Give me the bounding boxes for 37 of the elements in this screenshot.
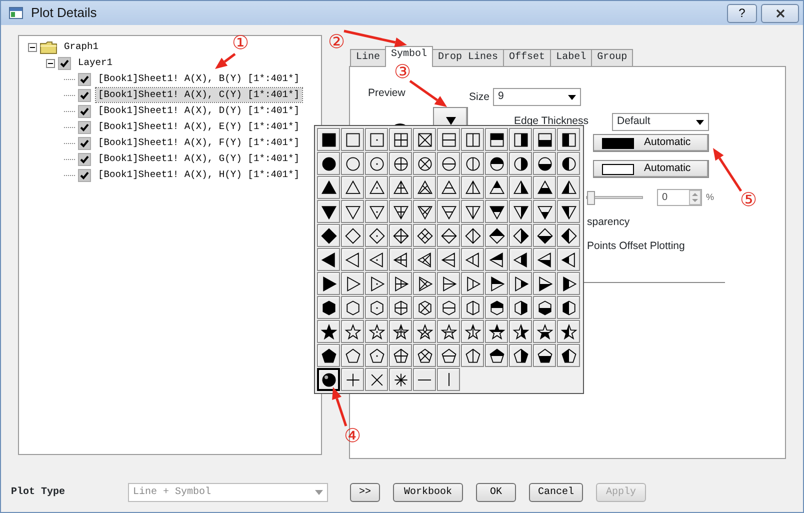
edge-thickness-label: Edge Thickness	[514, 114, 590, 129]
transparency-spinner[interactable]: 0	[657, 189, 702, 206]
size-dropdown[interactable]: 9	[493, 88, 581, 106]
edge-thickness-dropdown[interactable]: Default	[612, 113, 709, 131]
dialog-button[interactable]: >>	[350, 483, 380, 502]
window-title: Plot Details	[31, 4, 97, 22]
annotation-number: ④	[344, 427, 362, 446]
tree-item[interactable]: [Book1]Sheet1! A(X), B(Y) [1*:401*]	[96, 72, 302, 86]
tab[interactable]: Line	[350, 49, 386, 66]
tree-item[interactable]: [Book1]Sheet1! A(X), H(Y) [1*:401*]	[96, 168, 302, 182]
color-button[interactable]: Automatic	[593, 160, 709, 178]
tree-item[interactable]: [Book1]Sheet1! A(X), G(Y) [1*:401*]	[96, 152, 302, 166]
plot-type-dropdown[interactable]: Line + Symbol	[128, 483, 328, 502]
tab[interactable]: Offset	[503, 49, 552, 66]
color-button[interactable]: Automatic	[593, 134, 709, 152]
offset-plotting-label: Points Offset Plotting	[587, 238, 685, 254]
transparency-label: sparency	[587, 215, 630, 230]
percent-label: %	[706, 190, 714, 204]
annotation-number: ②	[328, 33, 346, 52]
dialog-button[interactable]: Cancel	[529, 483, 584, 502]
preview-label: Preview	[368, 86, 406, 101]
size-label: Size	[469, 90, 490, 105]
tab[interactable]: Drop Lines	[432, 49, 504, 66]
tree-item[interactable]: [Book1]Sheet1! A(X), C(Y) [1*:401*]	[96, 88, 302, 102]
tree-item[interactable]: [Book1]Sheet1! A(X), D(Y) [1*:401*]	[96, 104, 302, 118]
tab[interactable]: Group	[591, 49, 634, 66]
plot-type-label: Plot Type	[11, 486, 66, 500]
annotation-number: ①	[232, 34, 250, 53]
dialog-button[interactable]: Workbook	[393, 483, 464, 502]
tab[interactable]: Label	[550, 49, 592, 66]
tree-item[interactable]: Graph1	[62, 40, 101, 54]
annotation-number: ⑤	[740, 191, 758, 210]
help-button[interactable]: ?	[727, 4, 757, 22]
tree-item[interactable]: [Book1]Sheet1! A(X), E(Y) [1*:401*]	[96, 120, 302, 134]
tree-item[interactable]: Layer1	[76, 56, 115, 70]
dialog-button[interactable]: OK	[476, 483, 516, 502]
tree-item[interactable]: [Book1]Sheet1! A(X), F(Y) [1*:401*]	[96, 136, 302, 150]
